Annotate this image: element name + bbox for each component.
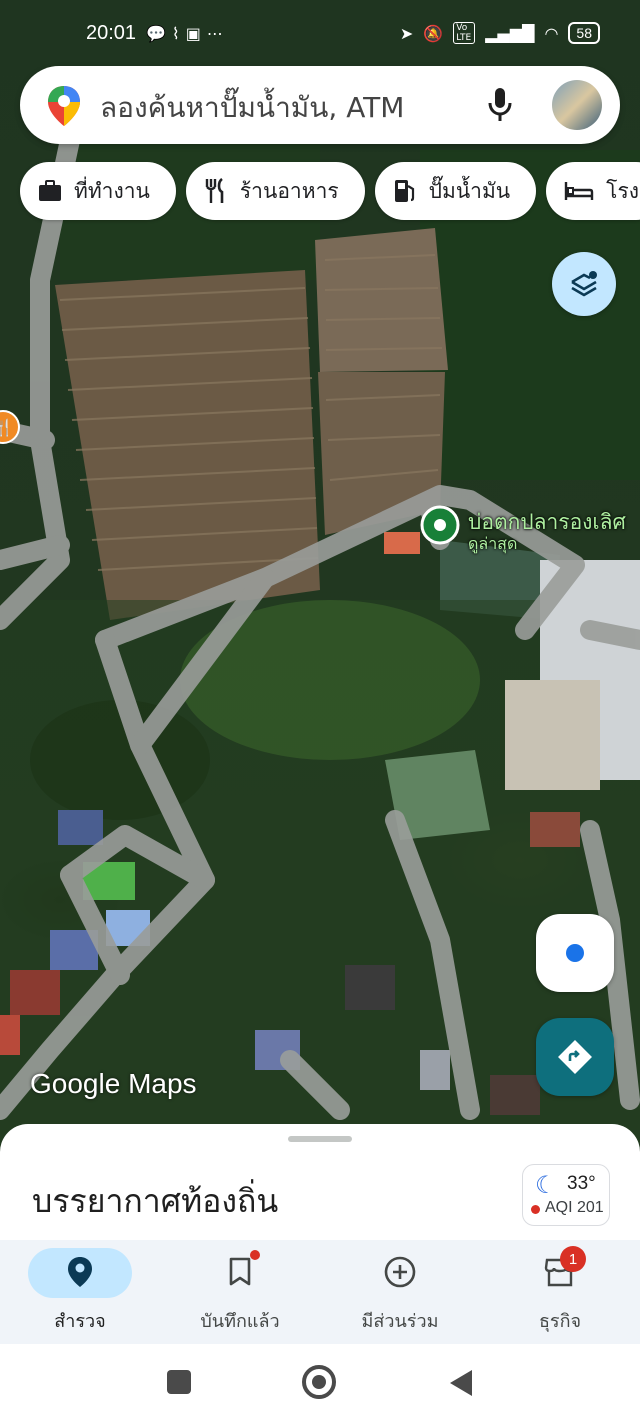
place-pin-icon[interactable]: [420, 505, 460, 545]
directions-icon: [558, 1040, 592, 1074]
category-chips: ที่ทำงาน ร้านอาหาร ปั๊มน้ำมัน โรง: [20, 162, 640, 220]
add-circle-icon: [384, 1256, 416, 1288]
chip-hotels[interactable]: โรง: [546, 162, 640, 220]
status-time: 20:01: [86, 22, 137, 44]
mute-bell-icon: 🔕: [423, 23, 444, 43]
recents-button[interactable]: [167, 1370, 191, 1394]
system-icons: ➤ 🔕 Vo LTE ▂▄▆█ ◠ 58: [400, 22, 600, 44]
layers-icon: [571, 271, 597, 297]
briefcase-icon: [39, 180, 61, 201]
search-bar[interactable]: ลองค้นหาปั๊มน้ำมัน, ATM: [20, 66, 620, 144]
volte-icon: Vo LTE: [453, 22, 476, 44]
explore-pin-icon: [68, 1257, 92, 1287]
moon-icon: ☾: [535, 1171, 557, 1199]
nav-explore[interactable]: สำรวจ: [0, 1240, 160, 1344]
wifi-icon: ◠: [544, 23, 559, 43]
location-arrow-icon: ➤: [399, 23, 414, 43]
chip-label: ร้านอาหาร: [239, 178, 339, 203]
chip-label: โรง: [606, 178, 639, 203]
nav-contribute[interactable]: มีส่วนร่วม: [320, 1240, 480, 1344]
notification-icons: 💬⌇▣⋯: [146, 24, 229, 43]
chip-gas-stations[interactable]: ปั๊มน้ำมัน: [374, 162, 537, 220]
more-icon: ⋯: [206, 24, 229, 43]
nav-label: สำรวจ: [54, 1311, 106, 1332]
bottom-sheet[interactable]: บรรยากาศท้องถิ่น ☾ 33° AQI 201: [0, 1124, 640, 1254]
google-maps-watermark: Google Maps: [30, 1068, 197, 1099]
my-location-button[interactable]: [536, 914, 614, 992]
microphone-icon[interactable]: [486, 86, 514, 124]
status-bar: 20:01 💬⌇▣⋯ ➤ 🔕 Vo LTE ▂▄▆█ ◠ 58: [0, 0, 640, 70]
chip-label: ปั๊มน้ำมัน: [428, 178, 511, 203]
directions-button[interactable]: [536, 1018, 614, 1096]
saved-notification-dot: [250, 1250, 260, 1260]
sheet-drag-handle[interactable]: [288, 1136, 352, 1142]
hotel-icon: [564, 182, 594, 200]
gas-station-icon: [394, 180, 414, 202]
battery-indicator: 58: [568, 22, 600, 44]
business-notification-badge: 1: [560, 1246, 586, 1272]
bookmark-icon: [229, 1257, 251, 1286]
home-button[interactable]: [302, 1365, 336, 1399]
system-navigation-bar: [0, 1344, 640, 1421]
layers-button[interactable]: [552, 252, 616, 316]
weather-temp: 33°: [567, 1173, 596, 1194]
chat-bubble-icon: 💬: [146, 24, 172, 43]
weather-aqi: AQI 201: [545, 1199, 604, 1216]
sheet-title: บรรยากาศท้องถิ่น: [32, 1182, 279, 1220]
chip-restaurants[interactable]: ร้านอาหาร: [185, 162, 365, 220]
back-button[interactable]: [450, 1370, 472, 1396]
restaurant-icon: 🍴: [0, 417, 14, 437]
nav-label: ธุรกิจ: [538, 1311, 582, 1332]
google-maps-pin-icon: [48, 86, 80, 126]
chip-work[interactable]: ที่ทำงาน: [20, 162, 176, 220]
weather-card[interactable]: ☾ 33° AQI 201: [522, 1164, 610, 1226]
place-sublabel: ดูล่าสุด: [468, 534, 518, 553]
chip-label: ที่ทำงาน: [74, 178, 150, 203]
restaurant-icon: [205, 178, 224, 203]
avatar[interactable]: [552, 80, 602, 130]
search-input[interactable]: ลองค้นหาปั๊มน้ำมัน, ATM: [100, 86, 404, 130]
signal-icon: ▂▄▆█: [485, 23, 535, 43]
bottom-navigation: สำรวจ บันทึกแล้ว มีส่วนร่วม ธุรกิจ: [0, 1240, 640, 1344]
nav-saved[interactable]: บันทึกแล้ว: [160, 1240, 320, 1344]
bus-icon: ▣: [185, 24, 207, 43]
my-location-icon: [566, 944, 584, 962]
nav-label: บันทึกแล้ว: [200, 1311, 280, 1332]
aqi-status-dot: [531, 1205, 540, 1214]
nav-label: มีส่วนร่วม: [361, 1311, 439, 1332]
washing-icon: ⌇: [171, 24, 186, 43]
